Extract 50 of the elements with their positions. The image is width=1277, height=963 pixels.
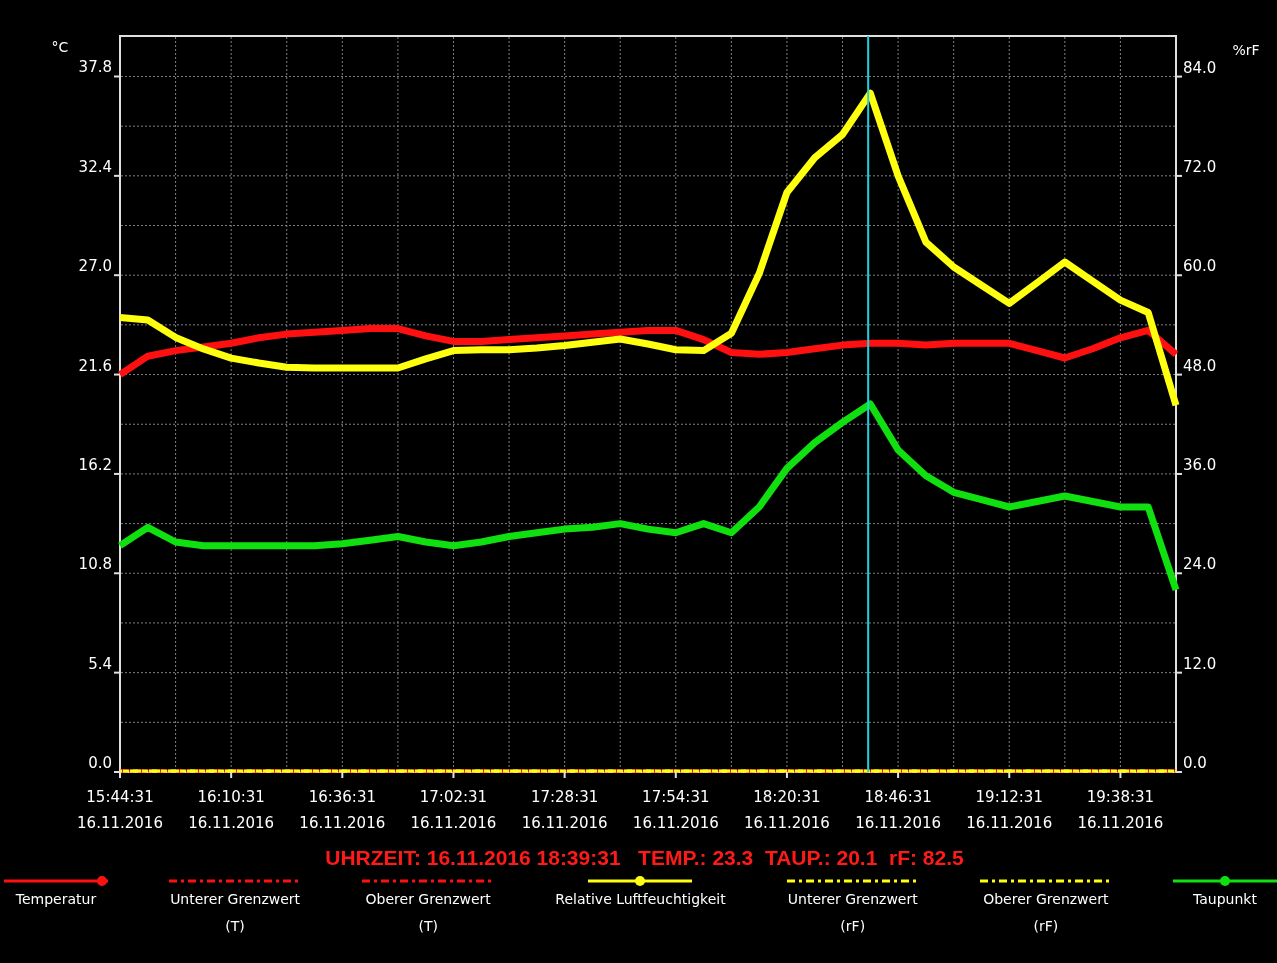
tick-label: 18:46:31 [864, 788, 932, 806]
tick-label: 16.11.2016 [966, 814, 1053, 832]
legend-qualifier: (T) [418, 918, 438, 935]
tick-label: 16.11.2016 [299, 814, 386, 832]
tick-label: 37.8 [78, 58, 112, 77]
legend-label: Taupunkt [1192, 891, 1257, 908]
tick-label: 48.0 [1183, 356, 1217, 375]
legend-label: Unterer Grenzwert [787, 891, 918, 908]
tick-label: 5.4 [88, 654, 112, 673]
tick-label: 17:02:31 [419, 788, 488, 806]
tick-label: 27.0 [78, 257, 112, 276]
legend-qualifier: (rF) [1033, 918, 1059, 935]
tick-label: 15:44:31 [86, 788, 154, 806]
axis-unit: %rF [1232, 42, 1260, 58]
tick-label: 0.0 [88, 754, 112, 772]
tick-label: 16:36:31 [308, 788, 376, 806]
tick-label: 16.11.2016 [188, 814, 275, 832]
tick-label: 19:38:31 [1086, 788, 1155, 806]
tick-label: 19:12:31 [975, 788, 1043, 806]
cursor-readout: UHRZEIT: 16.11.2016 18:39:31 TEMP.: 23.3 TAUP.: 20.1 rF: 82.5 [325, 845, 964, 871]
legend-label: Unterer Grenzwert [170, 891, 301, 908]
legend-label: Oberer Grenzwert [983, 891, 1109, 908]
tick-label: 16.11.2016 [744, 814, 830, 832]
tick-label: 16.11.2016 [77, 814, 163, 832]
tick-label: 16.2 [78, 455, 112, 474]
tick-label: 17:28:31 [530, 788, 599, 806]
tick-label: 16.11.2016 [632, 814, 719, 832]
tick-label: 16.11.2016 [1077, 814, 1164, 832]
tick-label: 17:54:31 [642, 788, 710, 806]
tick-label: 36.0 [1183, 455, 1217, 474]
tick-label: 16.11.2016 [410, 814, 497, 832]
tick-label: 60.0 [1183, 257, 1217, 276]
axis-unit: °C [51, 39, 69, 55]
legend-qualifier: (T) [225, 918, 245, 935]
legend-qualifier: (rF) [840, 918, 866, 935]
tick-label: 16:10:31 [197, 788, 265, 806]
tick-label: 10.8 [78, 555, 112, 574]
tick-label: 32.4 [78, 157, 112, 176]
tick-label: 21.6 [78, 356, 112, 375]
tick-label: 84.0 [1183, 58, 1217, 77]
tick-label: 12.0 [1183, 654, 1217, 673]
tick-label: 16.11.2016 [521, 814, 608, 832]
tick-label: 0.0 [1183, 754, 1207, 772]
tick-label: 72.0 [1183, 157, 1217, 176]
tick-label: 24.0 [1183, 555, 1217, 574]
legend-label: Relative Luftfeuchtigkeit [555, 891, 726, 908]
legend-label: Temperatur [15, 891, 97, 908]
tick-label: 16.11.2016 [855, 814, 942, 832]
legend-label: Oberer Grenzwert [365, 891, 491, 908]
tick-label: 18:20:31 [753, 788, 821, 806]
